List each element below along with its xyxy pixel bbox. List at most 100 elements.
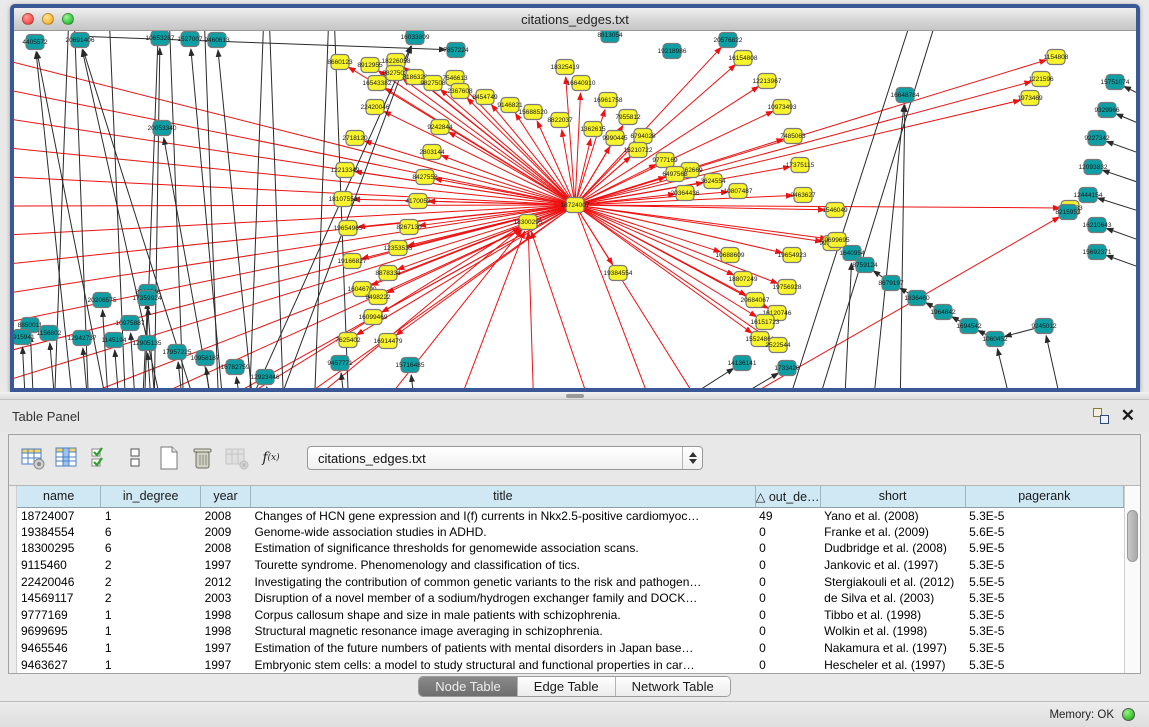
column-header-1[interactable]: in_degree <box>101 486 201 507</box>
graph-edge[interactable] <box>1106 228 1136 249</box>
graph-edge[interactable] <box>14 56 575 205</box>
graph-edge[interactable] <box>531 231 594 388</box>
graph-edge[interactable] <box>269 31 284 388</box>
column-header-4[interactable]: △ out_de… <box>755 486 820 507</box>
graph-edge[interactable] <box>454 231 524 388</box>
graph-edge[interactable] <box>218 50 254 388</box>
graph-edge[interactable] <box>314 31 329 388</box>
graph-edge[interactable] <box>365 141 575 205</box>
table-cell: 5.3E-5 <box>965 656 1123 673</box>
graph-edge[interactable] <box>997 349 1014 388</box>
graph-edge[interactable] <box>249 31 264 388</box>
float-panel-icon[interactable] <box>1093 408 1109 424</box>
table-row[interactable]: 1872400712008Changes of HCN gene express… <box>17 507 1124 524</box>
scrollbar-thumb[interactable] <box>1127 510 1138 562</box>
column-header-0[interactable]: name <box>17 486 101 507</box>
graph-edge[interactable] <box>14 146 575 205</box>
table-row[interactable]: 2242004622012Investigating the contribut… <box>17 573 1124 590</box>
table-select-dropdown[interactable]: citations_edges.txt <box>307 446 703 470</box>
graph-edge[interactable] <box>659 368 734 388</box>
graph-edge[interactable] <box>575 205 720 252</box>
graph-edge[interactable] <box>30 335 34 388</box>
tab-edge-table[interactable]: Edge Table <box>518 677 616 696</box>
table-cell: Structural magnetic resonance image aver… <box>250 623 755 640</box>
delete-table-icon <box>223 444 251 472</box>
table-row[interactable]: 1456911722003Disruption of a novel membe… <box>17 590 1124 607</box>
table-row[interactable]: 977716911998Corpus callosum shape and si… <box>17 607 1124 624</box>
row-height-icon[interactable] <box>121 444 149 472</box>
graph-node-label: 9329966 <box>1094 107 1120 114</box>
graph-node-label: 2803144 <box>419 149 445 156</box>
table-row[interactable]: 946362711997Embryonic stem cells: a mode… <box>17 656 1124 673</box>
graph-edge[interactable] <box>1098 198 1136 219</box>
graph-edge[interactable] <box>14 176 575 205</box>
graph-edge[interactable] <box>14 116 575 205</box>
graph-node-label: 2718120 <box>342 135 368 142</box>
divider-grip-icon[interactable] <box>566 394 584 398</box>
table-row[interactable]: 969969511998Structural magnetic resonanc… <box>17 623 1124 640</box>
graph-edge[interactable] <box>575 205 752 333</box>
network-canvas-svg: 1872400718300295866012389129551822605898… <box>14 31 1136 388</box>
table-scrollbar[interactable] <box>1124 486 1140 673</box>
column-header-2[interactable]: year <box>201 486 251 507</box>
table-mode-icon[interactable] <box>19 444 47 472</box>
graph-edge[interactable] <box>1046 336 1064 388</box>
function-builder-icon[interactable]: f(x) <box>257 444 285 472</box>
graph-edge[interactable] <box>411 375 416 388</box>
graph-edge[interactable] <box>1102 170 1136 191</box>
tab-node-table[interactable]: Node Table <box>419 677 518 696</box>
column-header-6[interactable]: pagerank <box>965 486 1123 507</box>
graph-node-label: 8427552 <box>412 174 438 181</box>
graph-node-label: 18325419 <box>551 64 580 71</box>
graph-edge[interactable] <box>74 36 446 50</box>
table-cell: 2003 <box>201 590 251 607</box>
graph-edge[interactable] <box>1106 141 1136 162</box>
graph-edge[interactable] <box>169 31 184 388</box>
graph-node-label: 22420046 <box>361 104 390 111</box>
graph-edge[interactable] <box>267 387 272 388</box>
graph-edge[interactable] <box>528 232 534 388</box>
table-panel-title: Table Panel <box>12 409 80 424</box>
graph-edge[interactable] <box>575 205 822 242</box>
graph-edge[interactable] <box>1106 255 1136 276</box>
table-cell: 0 <box>755 573 820 590</box>
delete-column-icon[interactable] <box>189 444 217 472</box>
table-row[interactable]: 1938455462009Genome-wide association stu… <box>17 524 1124 541</box>
graph-edge[interactable] <box>1116 114 1136 134</box>
column-header-3[interactable]: title <box>250 486 755 507</box>
graph-edge[interactable] <box>236 377 242 388</box>
graph-edge[interactable] <box>14 205 575 296</box>
column-header-5[interactable]: short <box>820 486 965 507</box>
graph-node-label: 6497568 <box>662 171 688 178</box>
window-titlebar[interactable]: citations_edges.txt <box>14 8 1136 31</box>
graph-edge[interactable] <box>575 93 581 205</box>
table-row[interactable]: 946554611997Estimation of the future num… <box>17 640 1124 657</box>
table-tabs: Node TableEdge TableNetwork Table <box>0 676 1149 697</box>
table-row[interactable]: 1830029562008Estimation of significance … <box>17 540 1124 557</box>
graph-edge[interactable] <box>844 263 852 388</box>
table-cell: Jankovic et al. (1997) <box>820 557 965 574</box>
graph-edge[interactable] <box>900 105 905 388</box>
tab-network-table[interactable]: Network Table <box>616 677 730 696</box>
graph-node-label: 1154808 <box>1044 54 1069 61</box>
show-columns-icon[interactable] <box>53 444 81 472</box>
graph-edge[interactable] <box>575 205 704 388</box>
graph-edge[interactable] <box>566 77 575 205</box>
graph-edge[interactable] <box>23 347 26 388</box>
graph-node-label: 16543382 <box>363 80 392 87</box>
graph-node-label: 12923446 <box>251 374 280 381</box>
table-row[interactable]: 911546021997Tourette syndrome. Phenomeno… <box>17 557 1124 574</box>
graph-edge[interactable] <box>706 373 778 388</box>
graph-edge[interactable] <box>14 205 575 206</box>
row-gutter <box>9 486 17 673</box>
create-column-icon[interactable] <box>155 444 183 472</box>
close-panel-icon[interactable]: ✕ <box>1121 408 1135 424</box>
graph-node-label: 2367608 <box>447 88 473 95</box>
column-checklist-icon[interactable] <box>87 444 115 472</box>
split-pane-divider[interactable] <box>0 392 1149 400</box>
table-cell: 14569117 <box>17 590 101 607</box>
graph-edge[interactable] <box>872 105 904 388</box>
graph-edge[interactable] <box>1124 86 1136 106</box>
graph-node-label: 1527007 <box>177 36 203 43</box>
network-canvas[interactable]: 1872400718300295866012389129551822605898… <box>14 31 1136 388</box>
